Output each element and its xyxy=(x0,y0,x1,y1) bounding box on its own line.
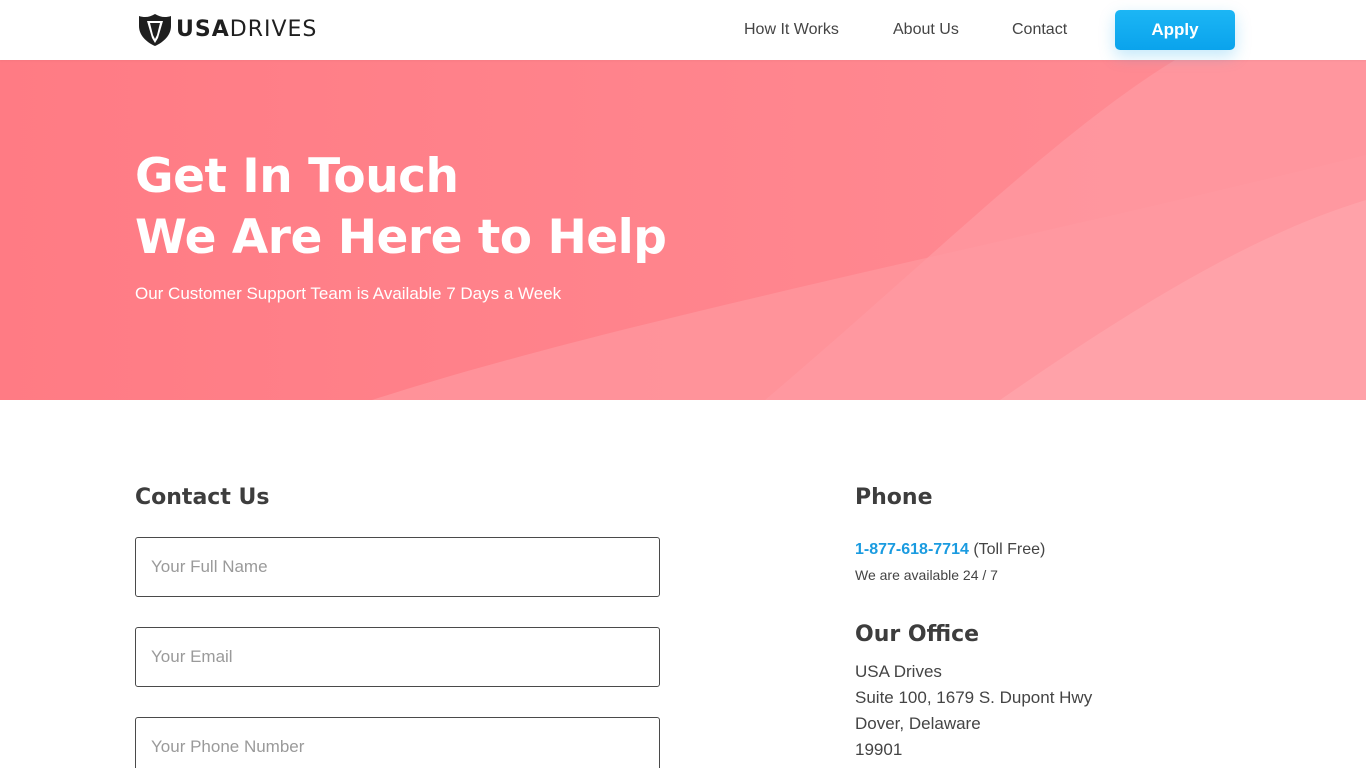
phone-number-link[interactable]: 1-877-618-7714 xyxy=(855,541,969,558)
toll-free-note: (Toll Free) xyxy=(973,541,1046,558)
phone-line: 1-877-618-7714 (Toll Free) xyxy=(855,540,1045,560)
apply-button[interactable]: Apply xyxy=(1115,10,1235,50)
office-address-line: USA Drives xyxy=(855,662,942,681)
nav-how-it-works[interactable]: How It Works xyxy=(744,19,839,41)
office-address-line: Dover, Delaware xyxy=(855,714,981,733)
office-heading: Our Office xyxy=(855,622,980,647)
shield-logo-icon xyxy=(139,14,171,46)
nav-contact[interactable]: Contact xyxy=(1012,19,1067,41)
phone-heading: Phone xyxy=(855,485,933,510)
email-input[interactable] xyxy=(135,627,660,687)
phone-number-input[interactable] xyxy=(135,717,660,768)
hero-title-line2: We Are Here to Help xyxy=(135,210,667,265)
availability-text: We are available 24 / 7 xyxy=(855,567,998,583)
contact-us-heading: Contact Us xyxy=(135,485,270,510)
top-navbar: USADRIVES How It Works About Us Contact … xyxy=(0,0,1366,60)
office-address-line: Suite 100, 1679 S. Dupont Hwy xyxy=(855,688,1093,707)
logo-wordmark: USADRIVES xyxy=(176,17,318,42)
full-name-input[interactable] xyxy=(135,537,660,597)
nav-about-us[interactable]: About Us xyxy=(893,19,959,41)
hero-subtitle: Our Customer Support Team is Available 7… xyxy=(135,284,562,303)
hero-banner: Get In Touch We Are Here to Help Our Cus… xyxy=(0,60,1366,400)
hero-title-line1: Get In Touch xyxy=(135,149,459,204)
site-logo[interactable]: USADRIVES xyxy=(137,13,317,47)
hero-title: Get In Touch We Are Here to Help xyxy=(135,146,667,268)
office-address-line: 19901 xyxy=(855,740,903,759)
